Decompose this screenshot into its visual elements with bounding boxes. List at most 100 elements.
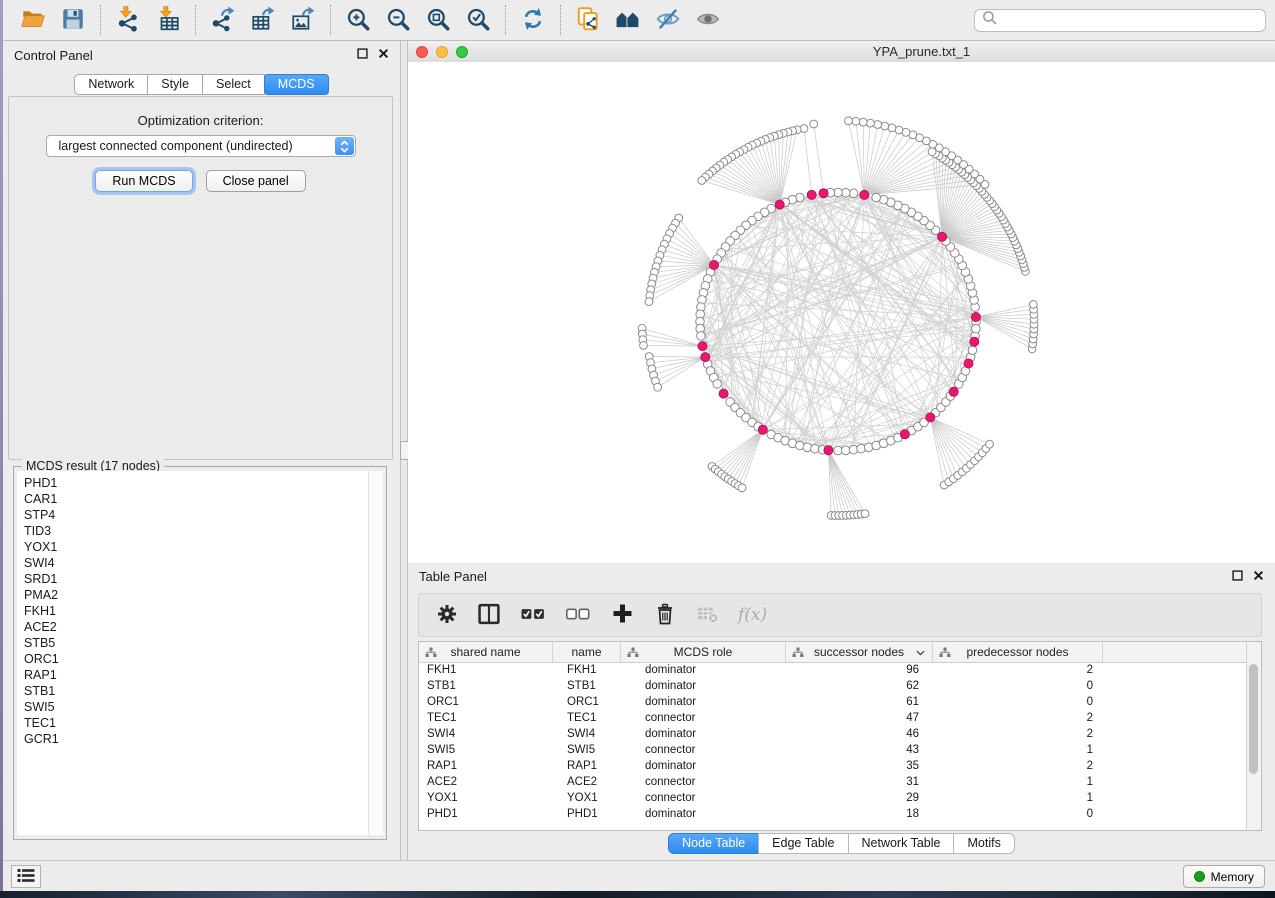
float-panel-icon[interactable]: [1232, 568, 1243, 586]
table-row[interactable]: TEC1TEC1connector472: [419, 710, 1246, 726]
tab-style[interactable]: Style: [147, 74, 203, 95]
minimize-traffic-light-icon[interactable]: [436, 46, 448, 58]
run-mcds-button[interactable]: Run MCDS: [95, 170, 192, 192]
mcds-result-item[interactable]: FKH1: [24, 603, 368, 619]
close-panel-icon[interactable]: [378, 46, 389, 64]
save-session-button[interactable]: [53, 3, 93, 37]
table-row[interactable]: STB1STB1dominator620: [419, 678, 1246, 694]
mcds-result-item[interactable]: STB5: [24, 635, 368, 651]
export-table-button[interactable]: [243, 3, 283, 37]
mcds-result-item[interactable]: PHD1: [24, 475, 368, 491]
import-table-button[interactable]: [148, 3, 188, 37]
tab-network-table[interactable]: Network Table: [848, 833, 955, 854]
mcds-result-item[interactable]: ORC1: [24, 651, 368, 667]
close-panel-button[interactable]: Close panel: [206, 170, 306, 192]
table-row[interactable]: RAP1RAP1dominator352: [419, 758, 1246, 774]
cell-name: YOX1: [553, 790, 621, 806]
close-traffic-light-icon[interactable]: [416, 46, 428, 58]
tab-motifs[interactable]: Motifs: [953, 833, 1014, 854]
show-panels-button[interactable]: [11, 865, 41, 888]
cell-predecessor-nodes: 2: [933, 710, 1103, 726]
zoom-fit-button[interactable]: [418, 3, 458, 37]
mcds-result-item[interactable]: SWI4: [24, 555, 368, 571]
cell-successor-nodes: 43: [786, 742, 933, 758]
panel-splitter[interactable]: [400, 41, 408, 860]
delete-table-button[interactable]: [695, 598, 721, 632]
add-row-button[interactable]: [609, 598, 635, 632]
cell-name: STB1: [553, 678, 621, 694]
column-label: successor nodes: [814, 645, 904, 659]
apply-layout-button[interactable]: [513, 3, 553, 37]
table-row[interactable]: ORC1ORC1dominator610: [419, 694, 1246, 710]
table-row[interactable]: SWI4SWI4dominator462: [419, 726, 1246, 742]
table-row[interactable]: ACE2ACE2connector311: [419, 774, 1246, 790]
mcds-result-item[interactable]: TEC1: [24, 715, 368, 731]
deselect-all-button[interactable]: [564, 598, 592, 632]
maximize-traffic-light-icon[interactable]: [456, 46, 468, 58]
show-columns-button[interactable]: [476, 598, 502, 632]
mcds-result-item[interactable]: STB1: [24, 683, 368, 699]
mcds-result-item[interactable]: PMA2: [24, 587, 368, 603]
close-panel-icon[interactable]: [1253, 568, 1264, 586]
zoom-out-button[interactable]: [378, 3, 418, 37]
zoom-in-button[interactable]: [338, 3, 378, 37]
column-header-mcds-role[interactable]: MCDS role: [621, 642, 786, 662]
scrollbar-thumb[interactable]: [1249, 664, 1258, 774]
mcds-panel-body: Optimization criterion: largest connecte…: [8, 96, 393, 460]
column-header-shared-name[interactable]: shared name: [419, 642, 553, 662]
column-header-predecessor-nodes[interactable]: predecessor nodes: [933, 642, 1103, 662]
mcds-result-item[interactable]: SWI5: [24, 699, 368, 715]
delete-row-button[interactable]: [652, 598, 678, 632]
table-rows: FKH1FKH1dominator962STB1STB1dominator620…: [419, 662, 1246, 830]
table-row[interactable]: PHD1PHD1dominator180: [419, 806, 1246, 822]
network-from-selection-button[interactable]: [568, 3, 608, 37]
tab-node-table[interactable]: Node Table: [668, 833, 759, 854]
mcds-result-item[interactable]: RAP1: [24, 667, 368, 683]
cell-mcds-role: dominator: [621, 806, 786, 822]
memory-button[interactable]: Memory: [1183, 865, 1265, 888]
column-header-successor-nodes[interactable]: successor nodes: [786, 642, 933, 662]
control-panel-title: Control Panel: [14, 48, 93, 63]
network-window-titlebar[interactable]: YPA_prune.txt_1: [408, 41, 1275, 63]
namespace-icon: [425, 647, 437, 658]
select-all-button[interactable]: [519, 598, 547, 632]
table-row[interactable]: YOX1YOX1connector291: [419, 790, 1246, 806]
hide-selected-button[interactable]: [648, 3, 688, 37]
mcds-result-item[interactable]: TID3: [24, 523, 368, 539]
export-image-button[interactable]: [283, 3, 323, 37]
mcds-result-item[interactable]: SRD1: [24, 571, 368, 587]
floppy-disk-icon: [60, 6, 86, 35]
mcds-result-item[interactable]: STP4: [24, 507, 368, 523]
criterion-select[interactable]: largest connected component (undirected): [46, 135, 356, 157]
tab-network[interactable]: Network: [74, 74, 148, 95]
table-toolbar: f(x): [418, 593, 1262, 637]
mcds-result-item[interactable]: GCR1: [24, 731, 368, 747]
tab-edge-table[interactable]: Edge Table: [758, 833, 848, 854]
table-row[interactable]: SWI5SWI5connector431: [419, 742, 1246, 758]
float-panel-icon[interactable]: [357, 46, 368, 64]
column-header-filler: [1103, 642, 1246, 662]
network-graph[interactable]: [408, 62, 1275, 563]
search-input[interactable]: [1002, 12, 1265, 28]
mcds-result-item[interactable]: YOX1: [24, 539, 368, 555]
tab-select[interactable]: Select: [202, 74, 265, 95]
show-all-button[interactable]: [688, 3, 728, 37]
mcds-result-item[interactable]: CAR1: [24, 491, 368, 507]
memory-label: Memory: [1211, 870, 1254, 884]
table-scrollbar[interactable]: [1246, 642, 1261, 830]
export-network-button[interactable]: [203, 3, 243, 37]
column-header-name[interactable]: name: [553, 642, 621, 662]
first-neighbors-button[interactable]: [608, 3, 648, 37]
desktop-wallpaper-bottom: [0, 891, 1275, 898]
column-settings-button[interactable]: [435, 598, 459, 632]
tab-mcds[interactable]: MCDS: [264, 74, 329, 95]
function-builder-icon[interactable]: f(x): [738, 605, 767, 625]
mcds-result-item[interactable]: ACE2: [24, 619, 368, 635]
cell-shared-name: ORC1: [419, 694, 553, 710]
table-row[interactable]: FKH1FKH1dominator962: [419, 662, 1246, 678]
mcds-list-scrollbar[interactable]: [368, 471, 383, 835]
open-session-button[interactable]: [13, 3, 53, 37]
namespace-icon: [792, 647, 804, 658]
import-network-button[interactable]: [108, 3, 148, 37]
zoom-selected-button[interactable]: [458, 3, 498, 37]
